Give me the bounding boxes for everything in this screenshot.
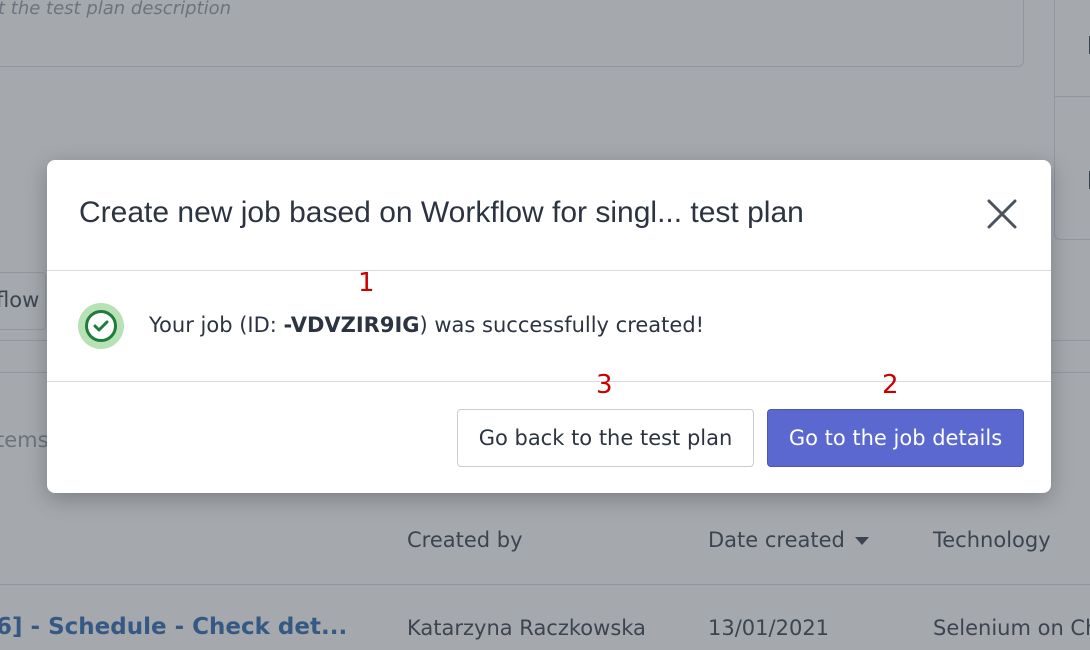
divider bbox=[47, 381, 1051, 382]
divider bbox=[47, 270, 1051, 271]
message-prefix: Your job (ID: bbox=[149, 313, 284, 337]
success-message: Your job (ID: -VDVZIR9IG) was successful… bbox=[149, 313, 704, 337]
go-to-job-details-button[interactable]: Go to the job details bbox=[767, 409, 1024, 467]
close-icon bbox=[987, 199, 1017, 229]
close-button[interactable] bbox=[984, 196, 1020, 232]
annotation-number: 2 bbox=[882, 370, 899, 400]
annotation-number: 3 bbox=[596, 370, 613, 400]
job-id: -VDVZIR9IG bbox=[283, 313, 420, 337]
dialog-title: Create new job based on Workflow for sin… bbox=[79, 196, 804, 229]
go-back-to-test-plan-button[interactable]: Go back to the test plan bbox=[457, 409, 754, 467]
create-job-dialog: Create new job based on Workflow for sin… bbox=[47, 160, 1051, 493]
message-suffix: ) was successfully created! bbox=[419, 313, 705, 337]
success-check-icon bbox=[78, 303, 124, 349]
annotation-number: 1 bbox=[358, 268, 375, 298]
